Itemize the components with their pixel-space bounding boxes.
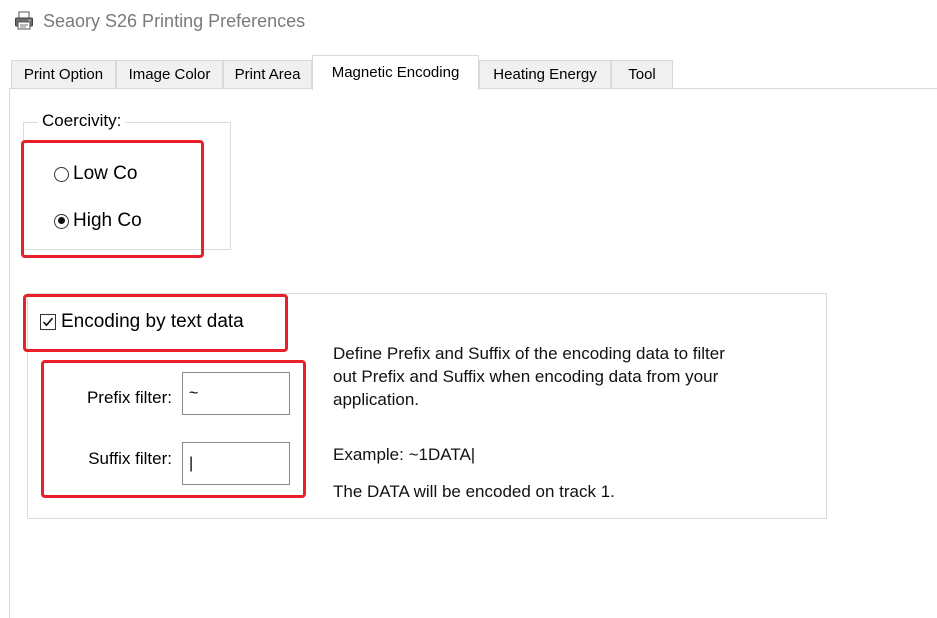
description-line-1: Define Prefix and Suffix of the encoding… bbox=[333, 344, 725, 363]
radio-button-checked-icon[interactable] bbox=[54, 213, 69, 229]
description-line-2: out Prefix and Suffix when encoding data… bbox=[333, 367, 719, 386]
radio-low-co[interactable]: Low Co bbox=[54, 162, 137, 186]
description-line-3: application. bbox=[333, 390, 420, 409]
tab-tool[interactable]: Tool bbox=[611, 60, 673, 88]
suffix-filter-label: Suffix filter: bbox=[88, 449, 172, 468]
tab-print-option[interactable]: Print Option bbox=[11, 60, 116, 88]
prefix-filter-input[interactable] bbox=[182, 372, 290, 415]
tab-magnetic-encoding[interactable]: Magnetic Encoding bbox=[312, 55, 479, 90]
tab-heating-energy[interactable]: Heating Energy bbox=[479, 60, 611, 88]
radio-high-co-label: High Co bbox=[73, 210, 142, 231]
tab-print-area[interactable]: Print Area bbox=[223, 60, 312, 88]
radio-low-co-label: Low Co bbox=[73, 163, 138, 184]
prefix-filter-label: Prefix filter: bbox=[86, 388, 172, 407]
title-bar: Seaory S26 Printing Preferences bbox=[0, 0, 937, 44]
radio-high-co[interactable]: High Co bbox=[54, 209, 142, 233]
printer-icon bbox=[14, 11, 34, 31]
example-text: Example: ~1DATA| bbox=[333, 445, 476, 464]
tab-image-color[interactable]: Image Color bbox=[116, 60, 223, 88]
encoding-by-text-checkbox[interactable]: Encoding by text data bbox=[40, 310, 244, 334]
coercivity-title: Coercivity: bbox=[38, 110, 126, 132]
radio-button-icon[interactable] bbox=[54, 166, 69, 182]
encoding-checkbox-label: Encoding by text data bbox=[61, 311, 244, 332]
suffix-filter-input[interactable] bbox=[182, 442, 290, 485]
track-note: The DATA will be encoded on track 1. bbox=[333, 482, 615, 501]
window-title: Seaory S26 Printing Preferences bbox=[43, 11, 306, 31]
checkbox-checked-icon[interactable] bbox=[40, 314, 56, 330]
